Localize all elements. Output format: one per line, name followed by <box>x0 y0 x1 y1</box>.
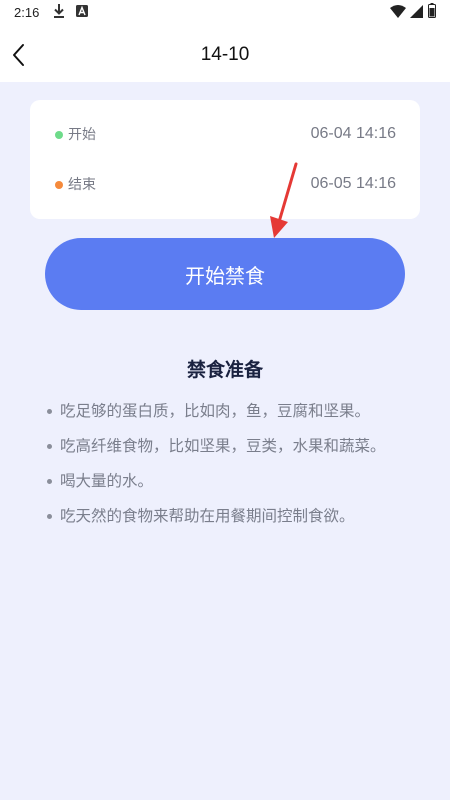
list-item: 喝大量的水。 <box>46 468 416 494</box>
preparation-list: 吃足够的蛋白质，比如肉，鱼，豆腐和坚果。 吃高纤维食物，比如坚果，豆类，水果和蔬… <box>46 398 416 538</box>
battery-icon <box>428 3 436 18</box>
start-time-value: 06-04 14:16 <box>310 125 396 142</box>
list-item: 吃足够的蛋白质，比如肉，鱼，豆腐和坚果。 <box>46 398 416 424</box>
time-card: 开始 06-04 14:16 结束 06-05 14:16 <box>30 100 420 219</box>
download-icon <box>54 4 64 18</box>
status-time: 2:16 <box>14 5 40 20</box>
navigation-bar: 14-10 <box>0 30 450 80</box>
list-item: 吃天然的食物来帮助在用餐期间控制食欲。 <box>46 503 416 529</box>
status-bar: 2:16 <box>0 0 450 24</box>
wifi-icon <box>390 5 406 18</box>
end-label: 结束 <box>68 177 96 193</box>
end-dot-icon <box>55 181 63 189</box>
list-item: 吃高纤维食物，比如坚果，豆类，水果和蔬菜。 <box>46 433 416 459</box>
start-label: 开始 <box>68 127 96 143</box>
preparation-title: 禁食准备 <box>186 359 263 381</box>
signal-icon <box>410 5 423 18</box>
top-bar: 2:16 14-10 <box>0 0 450 82</box>
start-time-row[interactable]: 开始 06-04 14:16 <box>30 121 420 151</box>
end-time-value: 06-05 14:16 <box>310 175 396 192</box>
end-time-row[interactable]: 结束 06-05 14:16 <box>30 171 420 201</box>
notification-a-icon <box>76 5 88 17</box>
page-title: 14-10 <box>200 44 250 65</box>
annotation-arrow-icon <box>270 162 298 238</box>
start-dot-icon <box>55 131 63 139</box>
start-fasting-button[interactable]: 开始禁食 <box>45 238 405 310</box>
